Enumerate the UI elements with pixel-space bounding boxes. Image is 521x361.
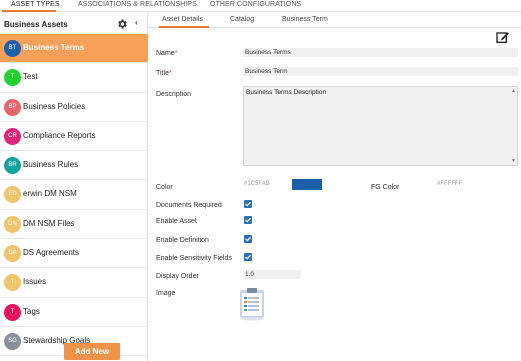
sidebar-title: Business Assets: [4, 20, 68, 29]
sidebar-item[interactable]: T Tags: [0, 298, 148, 327]
sidebar-item[interactable]: I Issues: [0, 268, 148, 298]
asset-details-panel: Asset Details Catalog Business Term Name…: [148, 12, 521, 361]
display-order-input[interactable]: 1.0: [243, 270, 301, 279]
add-new-button[interactable]: Add New: [64, 343, 120, 360]
sidebar-item-label: Tags: [23, 306, 40, 316]
avatar: I: [4, 274, 21, 292]
clipboard-document-icon[interactable]: [234, 286, 270, 322]
sidebar-item[interactable]: ED erwin DM NSM: [0, 180, 148, 210]
avatar: T: [4, 69, 21, 87]
sidebar-item[interactable]: BP Business Policies: [0, 93, 148, 122]
sidebar-item[interactable]: DN DM NSM Files: [0, 210, 148, 240]
tab-associations-relationships[interactable]: ASSOCIATIONS & RELATIONSHIPS: [78, 1, 197, 8]
sidebar-item[interactable]: T Test: [0, 63, 148, 93]
sidebar-item[interactable]: BT Business Terms: [0, 34, 148, 64]
top-navigation: ASSET TYPES ASSOCIATIONS & RELATIONSHIPS…: [0, 0, 521, 12]
tab-business-term[interactable]: Business Term: [282, 16, 328, 23]
avatar: DA: [4, 245, 21, 263]
enable-definition-checkbox[interactable]: [244, 235, 252, 243]
tab-other-configurations[interactable]: OTHER CONFIGURATIONS: [210, 1, 301, 8]
asset-types-sidebar: Business Assets ‹ BT Business Terms T Test B…: [0, 12, 148, 361]
image-label: Image: [156, 290, 176, 297]
documents-required-label: Documents Required: [156, 202, 222, 209]
display-order-label: Display Order: [156, 273, 199, 280]
enable-asset-checkbox[interactable]: [244, 216, 252, 224]
avatar: DN: [4, 215, 21, 233]
sidebar-item-label: Compliance Reports: [23, 130, 96, 140]
description-label: Description: [156, 91, 192, 98]
sidebar-item[interactable]: BR Business Rules: [0, 151, 148, 181]
description-textarea[interactable]: Business Terms Description ▲ ▼: [243, 86, 518, 166]
sidebar-item-label: Issues: [23, 277, 47, 287]
color-value[interactable]: #1C5FAB: [244, 181, 270, 187]
sidebar-item-label: Business Terms: [23, 43, 85, 52]
name-label: Name*: [156, 50, 178, 57]
color-label: Color: [156, 184, 173, 191]
sidebar-item-label: Test: [23, 72, 38, 82]
avatar: BT: [4, 40, 21, 57]
avatar: T: [4, 303, 21, 321]
name-input[interactable]: Business Terms: [243, 48, 518, 57]
asset-type-list: BT Business Terms T Test BP Business Policies…: [0, 34, 148, 357]
title-label: Title*: [156, 70, 172, 77]
gear-icon[interactable]: [116, 17, 128, 29]
avatar: BP: [4, 98, 21, 116]
title-input[interactable]: Business Term: [243, 67, 518, 76]
color-swatch[interactable]: [292, 179, 322, 190]
sidebar-header: Business Assets ‹: [0, 12, 148, 34]
fg-color-label: FG Color: [371, 184, 400, 191]
description-text: Business Terms Description: [246, 89, 327, 96]
tab-asset-details[interactable]: Asset Details: [162, 16, 203, 23]
avatar: SG: [4, 332, 21, 350]
collapse-sidebar-icon[interactable]: ‹: [135, 18, 138, 27]
enable-asset-label: Enable Asset: [156, 218, 197, 225]
detail-tabs: Asset Details Catalog Business Term: [148, 12, 521, 28]
edit-icon[interactable]: [495, 29, 511, 45]
sidebar-item[interactable]: DA DS Agreements: [0, 239, 148, 269]
tab-asset-types[interactable]: ASSET TYPES: [11, 1, 60, 8]
avatar: CR: [4, 127, 21, 145]
documents-required-checkbox[interactable]: [244, 200, 252, 208]
sidebar-item-label: Business Policies: [23, 101, 86, 111]
sidebar-item-label: Business Rules: [23, 160, 79, 170]
enable-definition-label: Enable Definition: [156, 237, 209, 244]
avatar: ED: [4, 186, 21, 204]
enable-sensitivity-fields-label: Enable Sensitivity Fields: [156, 255, 232, 262]
enable-sensitivity-fields-checkbox[interactable]: [244, 253, 252, 261]
active-subtab-indicator: [159, 26, 209, 28]
fg-color-value[interactable]: #FFFFFF: [437, 181, 462, 187]
tab-catalog[interactable]: Catalog: [230, 16, 254, 23]
avatar: BR: [4, 157, 21, 175]
sidebar-item-label: DS Agreements: [23, 248, 80, 258]
sidebar-item-label: erwin DM NSM: [23, 189, 77, 199]
scroll-up-icon[interactable]: ▲: [511, 88, 516, 94]
sidebar-item-label: DM NSM Files: [23, 218, 75, 228]
scroll-down-icon[interactable]: ▼: [511, 158, 516, 164]
sidebar-item[interactable]: CR Compliance Reports: [0, 122, 148, 152]
